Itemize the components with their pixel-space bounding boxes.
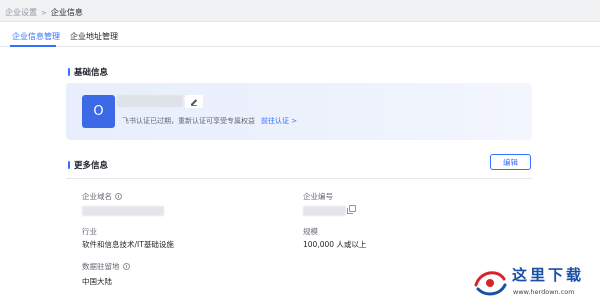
company-name-redacted [117,95,183,107]
region-label: 数据驻留地 [82,261,130,272]
more-info-title: 更多信息 [74,161,109,171]
watermark-url: www.herdown.com [513,288,575,296]
basic-info-title: 基础信息 [74,68,109,78]
section-marker [68,68,70,76]
industry-label-text: 行业 [82,227,97,236]
copy-icon[interactable] [347,205,356,214]
basic-info-heading: 基础信息 [68,66,108,78]
top-bar: 企业设置 > 企业信息 [0,0,600,22]
tab-company-address[interactable]: 企业地址管理 [70,31,118,42]
reauth-link-label: 前往认证 [261,117,289,125]
tab-company-info[interactable]: 企业信息管理 [12,31,60,42]
company-banner [66,83,532,140]
domain-label: 企业域名 [82,191,122,202]
region-value: 中国大陆 [82,277,112,286]
domain-value-redacted [82,206,164,216]
scale-label-text: 规模 [303,227,318,236]
breadcrumb: 企业设置 > 企业信息 [5,7,83,18]
chevron-right-icon: > [291,117,298,125]
breadcrumb-current: 企业信息 [50,8,83,17]
chevron-right-icon: > [41,8,47,17]
region-label-text: 数据驻留地 [82,262,120,271]
more-info-heading: 更多信息 [68,159,108,171]
domain-label-text: 企业域名 [82,192,112,201]
edit-name-button[interactable] [185,95,203,108]
company-avatar: O [82,95,115,128]
section-marker [68,161,70,169]
edit-button[interactable]: 编辑 [490,154,531,170]
info-icon[interactable] [122,263,130,270]
industry-label: 行业 [82,226,97,237]
section-divider [66,178,532,179]
pencil-icon [191,98,197,106]
info-icon[interactable] [115,193,122,200]
number-label-text: 企业编号 [303,192,333,201]
number-label: 企业编号 [303,191,333,202]
breadcrumb-parent[interactable]: 企业设置 [5,7,37,18]
watermark-text: 这里下载 [512,266,585,284]
watermark-logo-icon [474,271,507,296]
tab-bar: 企业信息管理 企业地址管理 [0,22,600,47]
certification-notice: 飞书认证已过期，重新认证可享受专属权益 [122,117,255,125]
scale-label: 规模 [303,226,318,237]
industry-value: 软件和信息技术/IT基础设施 [82,240,174,249]
number-value-redacted [303,206,346,216]
scale-value: 100,000 人或以上 [303,240,367,249]
reauth-link[interactable]: 前往认证 > [261,116,297,126]
